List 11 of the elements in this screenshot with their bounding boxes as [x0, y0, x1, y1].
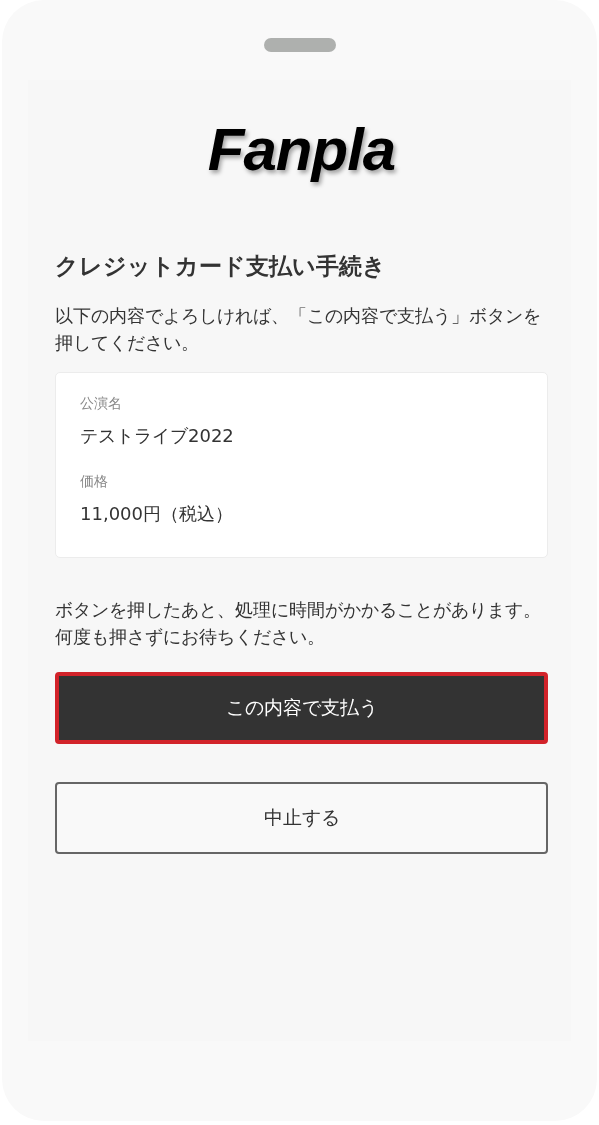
logo: Fanpla [207, 115, 396, 185]
detail-value: テストライブ2022 [80, 424, 235, 448]
notice-text: ボタンを押したあと、処理に時間がかかることがあります。何度も押さずにお待ちください。 [55, 598, 542, 649]
speaker-icon [263, 38, 336, 52]
detail-label: 価格 [80, 472, 109, 491]
detail-label: 公演名 [80, 394, 123, 413]
page-title: クレジットカード支払い手続き [55, 252, 387, 281]
pay-button[interactable]: この内容で支払う [55, 672, 548, 744]
detail-value: 11,000円（税込） [80, 502, 234, 526]
cancel-button[interactable]: 中止する [55, 782, 548, 854]
instruction-text: 以下の内容でよろしければ、「この内容で支払う」ボタンを押してください。 [55, 304, 542, 355]
